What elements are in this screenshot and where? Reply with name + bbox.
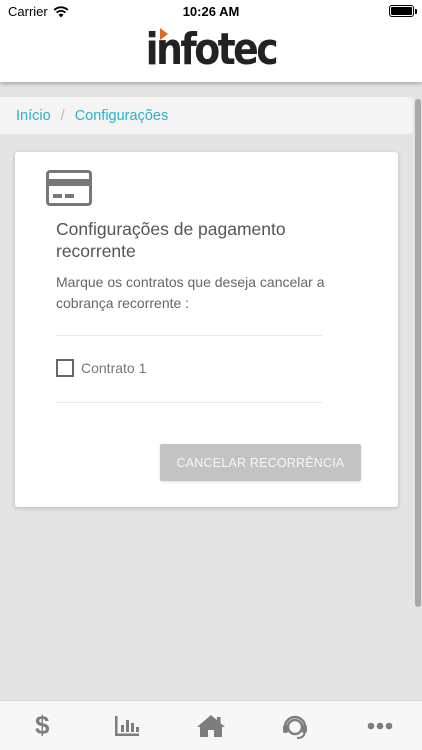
more-icon bbox=[367, 722, 393, 729]
scrollbar-thumb[interactable] bbox=[415, 99, 421, 607]
tab-support[interactable] bbox=[253, 701, 337, 750]
home-icon bbox=[197, 714, 226, 737]
logo: infotec bbox=[0, 26, 422, 74]
breadcrumb-current[interactable]: Configurações bbox=[75, 108, 169, 124]
tab-bar: $ bbox=[0, 700, 422, 750]
cancel-recurrence-button[interactable]: CANCELAR RECORRÊNCIA bbox=[160, 444, 361, 481]
tab-more[interactable] bbox=[338, 701, 422, 750]
contract-1-checkbox[interactable] bbox=[56, 359, 74, 377]
tab-home[interactable] bbox=[169, 701, 253, 750]
tab-payments[interactable]: $ bbox=[0, 701, 84, 750]
breadcrumb: Início / Configurações bbox=[0, 97, 413, 134]
status-bar: Carrier 10:26 AM bbox=[0, 0, 422, 22]
breadcrumb-separator: / bbox=[60, 107, 65, 124]
divider bbox=[56, 335, 322, 336]
card-description: Marque os contratos que deseja cancelar … bbox=[56, 274, 325, 311]
headset-icon bbox=[283, 715, 308, 739]
bar-chart-icon bbox=[114, 715, 139, 736]
contract-1-option[interactable]: Contrato 1 bbox=[56, 359, 146, 377]
contract-1-label: Contrato 1 bbox=[81, 360, 147, 376]
status-time: 10:26 AM bbox=[182, 4, 240, 19]
recurring-payment-card: Configurações de pagamento recorrente Ma… bbox=[15, 152, 398, 507]
card-title: Configurações de pagamento recorrente bbox=[56, 219, 286, 261]
logo-text: infotec bbox=[145, 24, 279, 75]
scrollbar[interactable] bbox=[413, 97, 422, 700]
dollar-icon: $ bbox=[34, 710, 50, 740]
battery-icon bbox=[389, 5, 417, 17]
tab-reports[interactable] bbox=[84, 701, 168, 750]
breadcrumb-home-link[interactable]: Início bbox=[16, 108, 51, 124]
app-header: Carrier 10:26 AM infotec bbox=[0, 0, 422, 82]
credit-card-icon bbox=[46, 170, 92, 206]
divider bbox=[56, 402, 322, 403]
